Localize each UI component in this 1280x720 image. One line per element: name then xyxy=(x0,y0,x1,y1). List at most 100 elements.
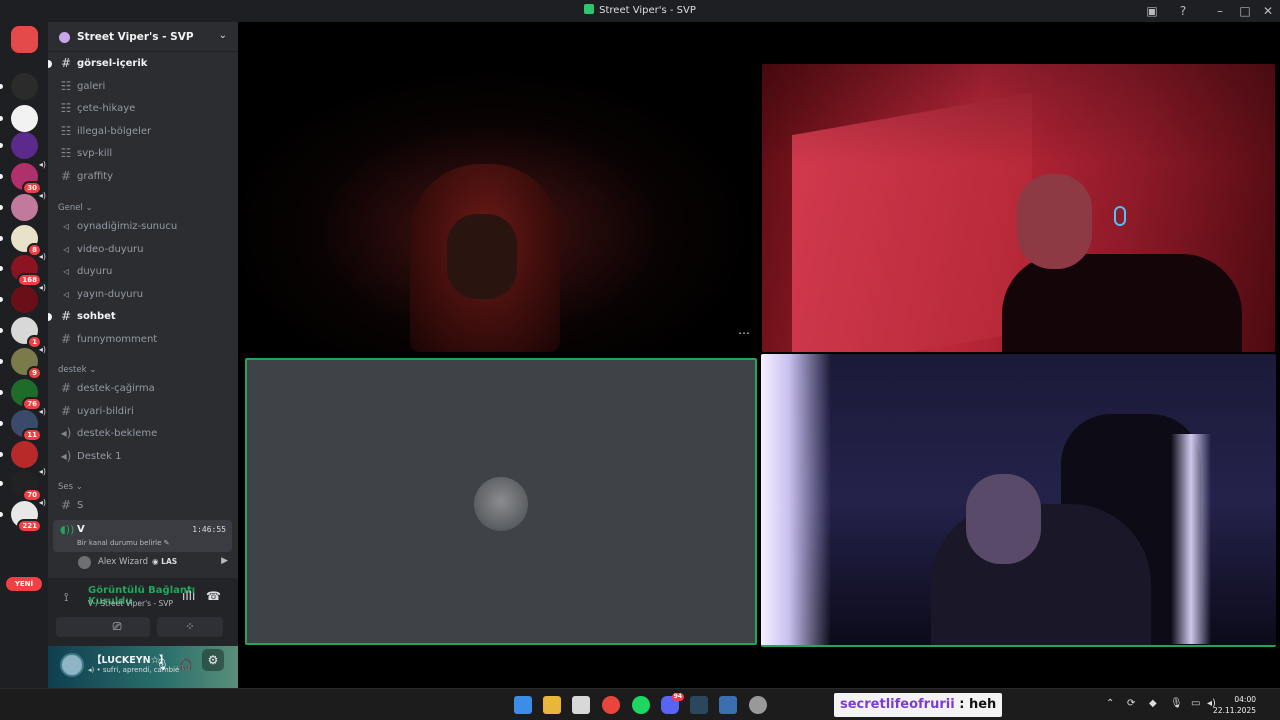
category-header[interactable]: Genel ⌄ xyxy=(58,203,93,213)
chevron-down-icon[interactable]: ⌄ xyxy=(219,30,227,41)
headphones-icon[interactable]: 🎧 xyxy=(179,658,193,671)
unread-pill xyxy=(0,143,3,148)
server-icon[interactable] xyxy=(11,73,38,100)
discord-icon[interactable]: 94 xyxy=(661,693,684,714)
disconnect-icon[interactable]: ☎ xyxy=(206,589,221,603)
activities-button[interactable]: ⁘ xyxy=(157,617,223,637)
server-icon[interactable]: 9 ◂) xyxy=(11,345,46,380)
sync-icon[interactable]: ⟳ xyxy=(1127,698,1135,709)
screen-share-button[interactable]: ⎚ xyxy=(84,617,150,637)
channel-item[interactable]: # funnymomment xyxy=(56,330,232,350)
windows-start-icon[interactable] xyxy=(514,696,532,714)
user-panel: 【LUCKEYN☆】 ◂) • sufri, aprendí, cambié 🎙… xyxy=(48,646,238,688)
avatar[interactable] xyxy=(60,653,84,677)
connection-subtitle[interactable]: V / Street Viper's - SVP xyxy=(88,599,173,608)
channel-item[interactable]: ☷ svp-kill xyxy=(56,144,232,164)
server-icon[interactable]: 30 ◂) xyxy=(11,160,46,195)
server-header[interactable]: Street Viper's - SVP ⌄ xyxy=(48,22,238,52)
category-header[interactable]: destek ⌄ xyxy=(58,365,96,375)
network-icon[interactable]: ▭ xyxy=(1191,698,1200,709)
minimize-icon[interactable]: – xyxy=(1212,3,1228,19)
microphone-icon[interactable]: 🎙 xyxy=(155,658,169,671)
server-icon[interactable]: ◂) xyxy=(11,191,46,221)
voice-active-icon: ◂) xyxy=(38,191,46,200)
text-channel-icon: # xyxy=(60,56,72,70)
server-icon[interactable] xyxy=(11,26,38,53)
channel-label: illegal-bölgeler xyxy=(77,125,152,137)
channel-item[interactable]: ◃ oynadiğimiz-sunucu xyxy=(56,217,232,237)
video-tile[interactable]: ⋯ xyxy=(242,64,758,352)
voice-channel-active[interactable]: ◖)) V 1:46:55 Bir kanal durumu belirle ✎ xyxy=(53,520,232,552)
server-icon[interactable]: ◂) xyxy=(11,283,46,313)
channel-item[interactable]: ◃ duyuru xyxy=(56,262,232,282)
server-icon[interactable]: 221 ◂) xyxy=(11,498,46,533)
steam-icon[interactable] xyxy=(690,696,708,714)
channel-item[interactable]: # uyari-bildiri xyxy=(56,402,232,422)
unread-pill xyxy=(0,481,3,486)
chevron-up-icon[interactable]: ⌃ xyxy=(1106,698,1114,709)
noise-suppression-icon[interactable]: ıllı xyxy=(182,589,195,603)
voice-channel-icon: ◂) xyxy=(60,426,72,441)
channel-item[interactable]: ◃ yayın-duyuru xyxy=(56,285,232,305)
category-header[interactable]: Ses ⌄ xyxy=(58,482,83,492)
clock[interactable]: 04:00 22.11.2025 xyxy=(1213,694,1256,716)
server-icon[interactable]: 1 xyxy=(11,317,42,349)
channel-label: Destek 1 xyxy=(77,450,122,462)
close-icon[interactable]: ✕ xyxy=(1260,3,1276,19)
server-icon[interactable] xyxy=(11,105,38,132)
server-icon[interactable]: 76 xyxy=(11,379,42,411)
screen-share-icon[interactable]: ▣ xyxy=(1144,3,1160,19)
store-icon[interactable] xyxy=(572,696,590,714)
channel-item[interactable]: ◂) destek-bekleme xyxy=(56,424,232,444)
help-icon[interactable]: ? xyxy=(1175,3,1191,19)
channel-item[interactable]: ☷ galeri xyxy=(56,77,232,97)
channel-item[interactable]: ☷ çete-hikaye xyxy=(56,99,232,119)
channel-item[interactable]: ◃ video-duyuru xyxy=(56,240,232,260)
more-options-icon[interactable]: ⋯ xyxy=(738,326,750,340)
chat-overlay: secretlifeofrurii : heh xyxy=(834,693,1003,717)
server-icon[interactable]: 168 ◂) xyxy=(11,252,46,287)
chrome-icon[interactable] xyxy=(602,696,620,714)
obs-icon[interactable] xyxy=(749,696,767,714)
unread-pill xyxy=(0,174,3,179)
channel-item[interactable]: # destek-çağirma xyxy=(56,379,232,399)
channel-label: yayın-duyuru xyxy=(77,288,144,300)
server-icon[interactable] xyxy=(11,132,38,159)
unread-pill xyxy=(0,452,3,457)
server-icon[interactable]: 8 xyxy=(11,225,42,257)
channel-item[interactable]: # graffity xyxy=(56,167,232,187)
new-badge[interactable]: YENİ xyxy=(6,577,42,591)
text-channel-icon: # xyxy=(60,332,72,346)
video-tile[interactable] xyxy=(762,64,1275,352)
server-icon[interactable]: 11 ◂) xyxy=(11,407,46,442)
maximize-icon[interactable]: □ xyxy=(1237,3,1253,19)
server-avatar xyxy=(11,26,38,53)
voice-active-icon: ◂) xyxy=(38,407,46,416)
video-tile-speaking[interactable] xyxy=(245,358,757,645)
app-icon[interactable] xyxy=(719,696,737,714)
microphone-tray-icon[interactable]: 🎙 xyxy=(1170,698,1183,709)
steam-tray-icon[interactable]: ◆ xyxy=(1149,698,1157,709)
clock-date: 22.11.2025 xyxy=(1213,706,1256,715)
channel-item[interactable]: ◂) Destek 1 xyxy=(56,447,232,467)
channel-item[interactable]: # görsel-içerik xyxy=(56,54,232,74)
channel-item[interactable]: ☷ illegal-bölgeler xyxy=(56,122,232,142)
channel-status[interactable]: Bir kanal durumu belirle ✎ xyxy=(77,539,170,547)
server-icon[interactable] xyxy=(11,441,38,468)
unread-pill xyxy=(0,512,3,517)
server-avatar xyxy=(11,105,38,132)
video-tile[interactable] xyxy=(761,354,1276,647)
clock-time: 04:00 xyxy=(1234,695,1256,704)
file-explorer-icon[interactable] xyxy=(543,696,561,714)
channel-item[interactable]: # sohbet xyxy=(56,307,232,327)
server-icon[interactable]: 70 ◂) xyxy=(11,467,46,502)
spotify-icon[interactable] xyxy=(632,696,650,714)
text-channel-icon: # xyxy=(60,169,72,183)
announce-channel-icon: ◃ xyxy=(62,264,70,279)
voice-status-icon: ◂) xyxy=(88,666,95,674)
text-channel-icon: # xyxy=(60,403,72,418)
gear-icon[interactable]: ⚙ xyxy=(202,649,224,671)
voice-user[interactable]: Alex Wizard ◉ LAS ▶ xyxy=(78,555,228,571)
signal-icon[interactable]: ⟟ xyxy=(64,590,68,605)
channel-item[interactable]: # S xyxy=(56,496,232,516)
